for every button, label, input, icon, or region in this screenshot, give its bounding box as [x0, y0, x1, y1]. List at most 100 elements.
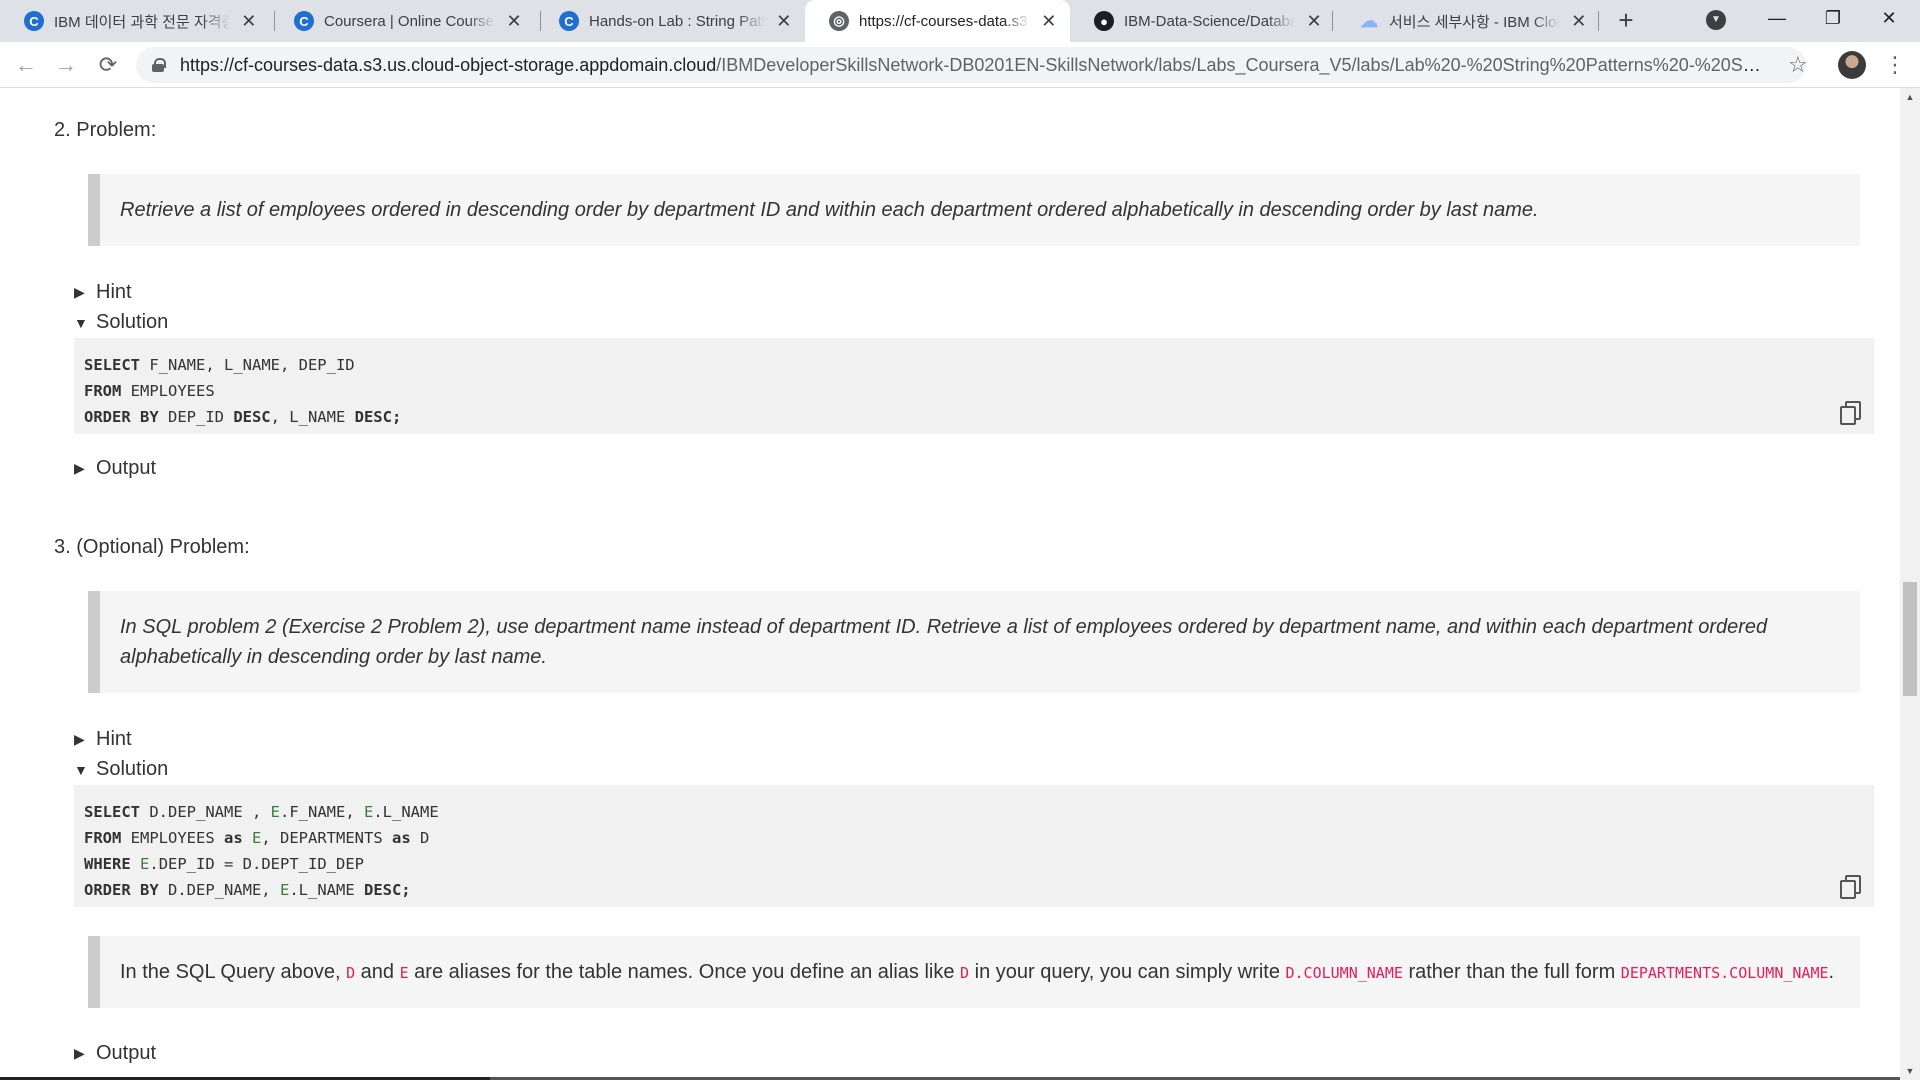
- note-text: rather than the full form: [1402, 960, 1621, 983]
- sql-keyword: DESC;: [363, 881, 411, 899]
- code-line: ORDER BY DEP_ID DESC, L_NAME DESC;: [84, 404, 1864, 430]
- new-tab-button[interactable]: +: [1610, 4, 1642, 36]
- code-line: WHERE E.DEP_ID = D.DEPT_ID_DEP: [84, 851, 1864, 877]
- sql-text: EMPLOYEES: [121, 829, 224, 847]
- solution-label: Solution: [96, 311, 169, 333]
- problem-3-heading: 3. (Optional) Problem:: [54, 536, 250, 558]
- tab-title: IBM-Data-Science/Databases: [1124, 12, 1295, 30]
- sql-alias: E: [252, 829, 262, 847]
- url-text[interactable]: https://cf-courses-data.s3.us.cloud-obje…: [180, 55, 1770, 76]
- sql-keyword: ORDER BY: [84, 881, 159, 899]
- sql-text: D: [410, 829, 430, 847]
- sql-text: DEP_ID: [158, 408, 234, 426]
- copy-code-icon[interactable]: [1840, 875, 1861, 899]
- problem-2-output-toggle[interactable]: ▶ Output: [74, 457, 156, 480]
- tab-title: IBM 데이터 과학 전문 자격증: [54, 13, 230, 31]
- code-line: SELECT F_NAME, L_NAME, DEP_ID: [84, 352, 1864, 378]
- inline-code: D.COLUMN_NAME: [1285, 963, 1403, 982]
- coursera-icon: C: [24, 11, 44, 31]
- output-label: Output: [96, 457, 157, 479]
- tab-title: Coursera | Online Courses & Credentials: [324, 12, 495, 30]
- scroll-up-arrow-icon[interactable]: ▲: [1900, 88, 1920, 106]
- close-tab-icon[interactable]: ✕: [240, 11, 258, 32]
- sql-keyword: as: [392, 829, 411, 847]
- close-tab-icon[interactable]: ✕: [1040, 11, 1058, 32]
- sql-keyword: SELECT: [84, 803, 140, 821]
- address-bar[interactable]: https://cf-courses-data.s3.us.cloud-obje…: [136, 47, 1806, 83]
- problem-2-hint-toggle[interactable]: ▶ Hint: [74, 281, 132, 304]
- scrollbar-thumb[interactable]: [1903, 582, 1917, 696]
- expanded-arrow-icon: ▼: [74, 761, 88, 778]
- tab-title: Hands-on Lab : String Patterns: [589, 12, 765, 30]
- inline-code: DEPARTMENTS.COLUMN_NAME: [1620, 963, 1829, 982]
- tab-ibm-cloud[interactable]: ☁ 서비스 세부사항 - IBM Cloud ✕: [1335, 0, 1600, 42]
- close-window-button[interactable]: ✕: [1866, 0, 1912, 36]
- copy-code-icon[interactable]: [1840, 401, 1861, 425]
- bookmark-star-icon[interactable]: ☆: [1788, 52, 1808, 78]
- scroll-down-arrow-icon[interactable]: ▼: [1900, 1062, 1920, 1080]
- tab-search-icon[interactable]: ▼: [1706, 10, 1726, 30]
- sql-text: .F_NAME,: [280, 803, 364, 821]
- vertical-scrollbar[interactable]: ▲ ▼: [1900, 88, 1920, 1080]
- sql-keyword: DESC;: [354, 408, 402, 426]
- sql-text: F_NAME, L_NAME, DEP_ID: [140, 356, 355, 374]
- maximize-button[interactable]: ❐: [1810, 0, 1856, 36]
- note-text: In the SQL Query above,: [120, 960, 347, 983]
- solution-label: Solution: [96, 758, 169, 780]
- lock-icon[interactable]: [152, 58, 166, 72]
- page-content: 2. Problem: Retrieve a list of employees…: [0, 88, 1900, 1080]
- tab-coursera[interactable]: C Coursera | Online Courses & Credential…: [270, 0, 535, 42]
- coursera-icon: C: [559, 11, 579, 31]
- minimize-button[interactable]: —: [1754, 0, 1800, 36]
- collapsed-arrow-icon: ▶: [74, 460, 85, 476]
- problem-3-code-block[interactable]: SELECT D.DEP_NAME , E.F_NAME, E.L_NAME F…: [74, 785, 1874, 907]
- problem-3-solution-toggle[interactable]: ▼ Solution: [74, 758, 168, 781]
- hint-label: Hint: [96, 281, 132, 303]
- sql-keyword: DESC: [233, 408, 271, 426]
- sql-text: D.DEP_NAME,: [158, 881, 280, 899]
- browser-menu-icon[interactable]: ⋮: [1884, 51, 1906, 79]
- sql-text: .L_NAME: [373, 803, 439, 821]
- sql-keyword: ORDER BY: [84, 408, 159, 426]
- note-text: .: [1828, 960, 1835, 983]
- note-text: are aliases for the table names. Once yo…: [408, 960, 961, 983]
- problem-2-solution-toggle[interactable]: ▼ Solution: [74, 311, 168, 334]
- tab-title: https://cf-courses-data.s3.us: [859, 12, 1030, 30]
- inline-code: E: [399, 963, 409, 982]
- back-button[interactable]: ←: [10, 49, 42, 81]
- problem-3-hint-toggle[interactable]: ▶ Hint: [74, 728, 132, 751]
- close-tab-icon[interactable]: ✕: [505, 11, 523, 32]
- forward-button[interactable]: →: [50, 49, 82, 81]
- sql-keyword: FROM: [84, 382, 122, 400]
- close-tab-icon[interactable]: ✕: [1570, 11, 1588, 32]
- tab-ibm-certificate[interactable]: C IBM 데이터 과학 전문 자격증 ✕: [0, 0, 270, 42]
- tab-strip: C IBM 데이터 과학 전문 자격증 ✕ C Coursera | Onlin…: [0, 0, 1920, 42]
- reload-button[interactable]: ⟳: [92, 49, 124, 81]
- problem-3-question: In SQL problem 2 (Exercise 2 Problem 2),…: [88, 591, 1860, 693]
- sql-alias: E: [279, 881, 290, 899]
- tab-github[interactable]: ● IBM-Data-Science/Databases ✕: [1070, 0, 1335, 42]
- close-tab-icon[interactable]: ✕: [1305, 11, 1323, 32]
- problem-3-question-text: In SQL problem 2 (Exercise 2 Problem 2),…: [120, 616, 1768, 668]
- problem-3-output-toggle[interactable]: ▶ Output: [74, 1042, 156, 1065]
- collapsed-arrow-icon: ▶: [74, 284, 85, 300]
- sql-keyword: as: [223, 829, 243, 847]
- sql-alias: E: [140, 855, 150, 873]
- tab-hands-on-lab[interactable]: C Hands-on Lab : String Patterns ✕: [535, 0, 805, 42]
- github-icon: ●: [1094, 11, 1114, 31]
- sql-text: , DEPARTMENTS: [261, 829, 392, 847]
- sql-alias: E: [364, 803, 374, 821]
- problem-2-code-block[interactable]: SELECT F_NAME, L_NAME, DEP_ID FROM EMPLO…: [74, 338, 1874, 434]
- close-tab-icon[interactable]: ✕: [775, 11, 793, 32]
- code-line: SELECT D.DEP_NAME , E.F_NAME, E.L_NAME: [84, 799, 1864, 825]
- tab-cf-courses-data[interactable]: ◎ https://cf-courses-data.s3.us ✕: [805, 0, 1070, 42]
- note-text: and: [355, 960, 400, 983]
- code-line: FROM EMPLOYEES as E, DEPARTMENTS as D: [84, 825, 1864, 851]
- collapsed-arrow-icon: ▶: [74, 731, 85, 747]
- profile-avatar[interactable]: [1838, 51, 1866, 79]
- output-label: Output: [96, 1042, 157, 1064]
- problem-2-heading: 2. Problem:: [54, 119, 157, 141]
- tab-title: 서비스 세부사항 - IBM Cloud: [1389, 13, 1560, 31]
